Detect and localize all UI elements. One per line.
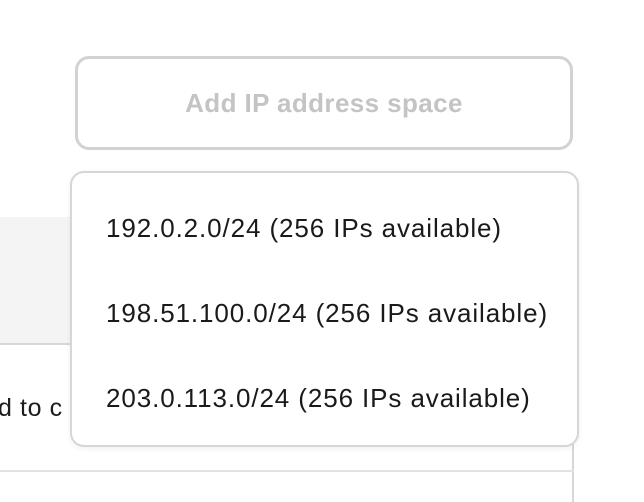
ip-space-dropdown-menu: 192.0.2.0/24 (256 IPs available) 198.51.… — [70, 171, 579, 447]
dropdown-item-ip-space[interactable]: 192.0.2.0/24 (256 IPs available) — [72, 188, 577, 268]
page: d to c Add IP address space 192.0.2.0/24… — [0, 0, 644, 502]
dropdown-item-ip-space[interactable]: 198.51.100.0/24 (256 IPs available) — [72, 273, 577, 353]
table-row-divider — [0, 470, 574, 472]
table-cell-text: d to c — [0, 394, 63, 422]
dropdown-item-ip-space[interactable]: 203.0.113.0/24 (256 IPs available) — [72, 358, 577, 438]
add-ip-address-space-button[interactable]: Add IP address space — [75, 56, 573, 150]
